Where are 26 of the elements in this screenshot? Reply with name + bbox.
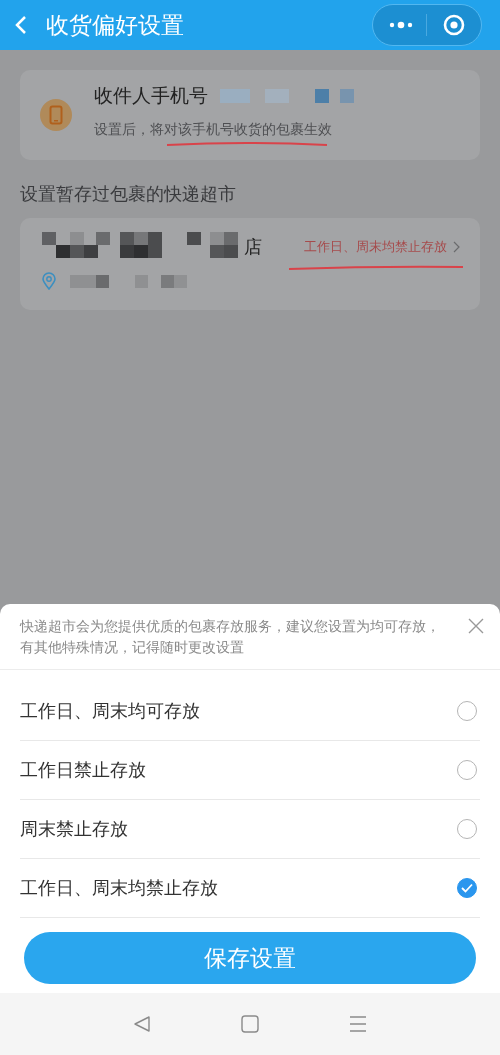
more-icon[interactable] [389, 21, 413, 29]
page-title: 收货偏好设置 [46, 10, 185, 40]
back-icon[interactable] [14, 14, 28, 36]
option-label: 周末禁止存放 [20, 817, 128, 841]
menu-icon[interactable] [349, 1015, 367, 1033]
radio-button[interactable] [457, 878, 477, 898]
option-label: 工作日、周末均禁止存放 [20, 876, 218, 900]
store-name: 店 [244, 235, 262, 259]
close-icon[interactable] [468, 618, 484, 634]
storage-option[interactable]: 周末禁止存放 [20, 800, 480, 859]
chevron-icon [453, 241, 460, 253]
close-app-icon[interactable] [443, 14, 465, 36]
info-message: 快递超市会为您提供优质的包裹存放服务，建议您设置为均可存放，有其他特殊情况，记得随时更改设置 [20, 617, 441, 657]
option-label: 工作日禁止存放 [20, 758, 146, 782]
section-title: 设置暂存过包裹的快递超市 [20, 183, 236, 204]
home-nav-icon[interactable] [241, 1015, 259, 1033]
storage-option[interactable]: 工作日、周末均禁止存放 [20, 859, 480, 918]
storage-option[interactable]: 工作日、周末均可存放 [20, 682, 480, 741]
option-label: 工作日、周末均可存放 [20, 699, 200, 723]
field-label: 收件人手机号 [94, 83, 208, 108]
hint-text: 设置后，将对该手机号收货的包裹生效 [94, 121, 333, 139]
check-icon [461, 883, 473, 893]
storage-option[interactable]: 工作日禁止存放 [20, 741, 480, 800]
back-nav-icon[interactable] [133, 1015, 151, 1033]
location-icon [42, 272, 56, 290]
phone-icon [40, 99, 72, 131]
